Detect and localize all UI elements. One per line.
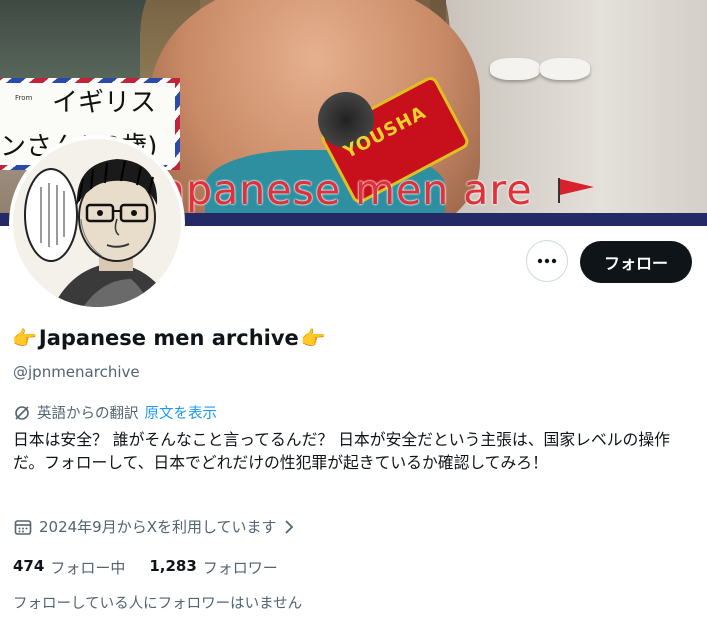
- joined-label: 2024年9月からXを利用しています: [39, 518, 277, 536]
- followers-you-know: フォローしている人にフォロワーはいません: [13, 596, 303, 612]
- chevron-right-icon: [284, 519, 293, 534]
- following-link[interactable]: 474 フォロー中: [13, 557, 125, 578]
- banner-card-name: イギリス: [52, 88, 157, 118]
- translate-icon: [15, 405, 29, 420]
- pointing-hand-icon: 👉: [300, 326, 326, 350]
- more-dots-icon: [537, 258, 557, 264]
- banner-card-from: From: [15, 94, 33, 102]
- following-label: フォロー中: [50, 559, 126, 577]
- calendar-icon: [14, 519, 32, 535]
- follow-stats: 474 フォロー中 1,283 フォロワー: [13, 557, 278, 578]
- profile-handle: @jpnmenarchive: [13, 363, 140, 381]
- followers-label: フォロワー: [202, 559, 278, 577]
- more-button[interactable]: [526, 240, 568, 282]
- profile-display-name: Japanese men archive: [38, 326, 299, 350]
- followers-count: 1,283: [149, 557, 197, 575]
- followers-link[interactable]: 1,283 フォロワー: [149, 557, 277, 578]
- profile-bio: 日本は安全？ 誰がそんなこと言ってるんだ？ 日本が安全だという主張は、国家レベル…: [13, 430, 670, 472]
- banner-sink: [490, 58, 540, 80]
- pointing-hand-icon: 👉: [12, 326, 37, 350]
- translation-notice: 英語からの翻訳 原文を表示: [13, 402, 217, 423]
- joined-date[interactable]: 2024年9月からXを利用しています: [13, 516, 295, 537]
- translate-label: 英語からの翻訳: [37, 406, 139, 422]
- banner-sink: [540, 58, 590, 80]
- flag-icon: [558, 178, 594, 203]
- show-original-link[interactable]: 原文を表示: [145, 402, 218, 423]
- avatar-illustration: [13, 139, 181, 307]
- avatar[interactable]: [13, 139, 181, 307]
- following-count: 474: [13, 557, 45, 575]
- follow-button[interactable]: フォロー: [580, 241, 692, 283]
- banner-caption: apanese men are: [160, 166, 533, 214]
- profile-name-row: 👉 Japanese men archive 👉: [12, 326, 326, 350]
